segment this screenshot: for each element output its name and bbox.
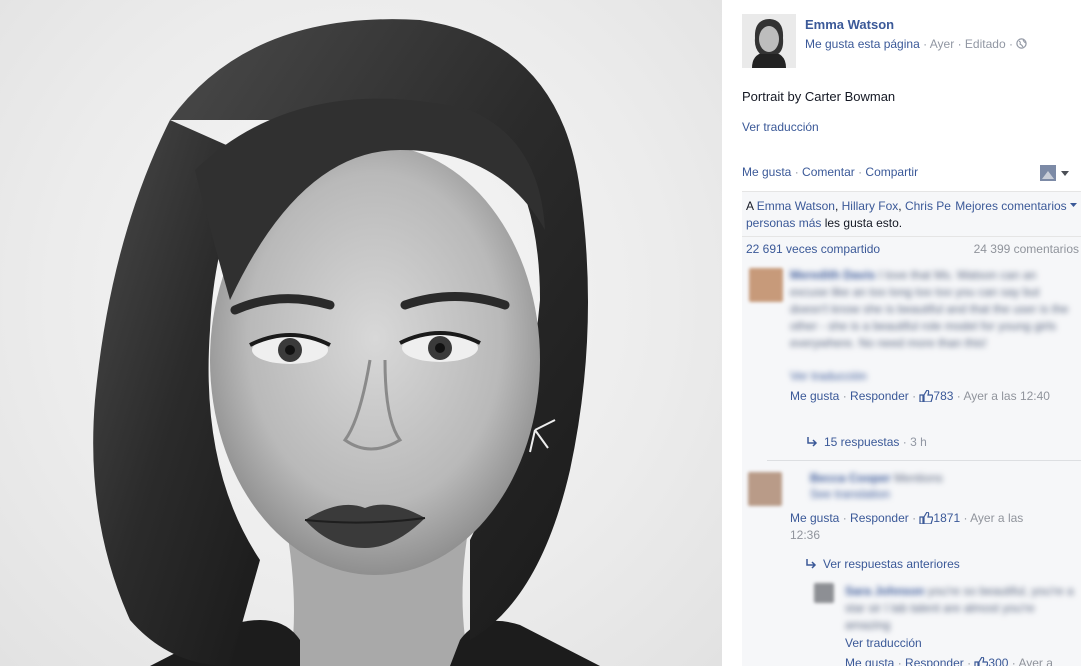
comment-like-button[interactable]: Me gusta [790, 389, 839, 403]
post-as-selector[interactable] [1040, 164, 1070, 182]
comment-actions: Me gusta · Responder · 1871 · Ayer a las… [790, 511, 1024, 542]
comment-button[interactable]: Comentar [802, 165, 855, 179]
share-count-link[interactable]: 22 691 veces compartido [746, 242, 880, 256]
thumbs-up-icon [919, 512, 934, 524]
like-button[interactable]: Me gusta [742, 165, 791, 179]
comment-like-count[interactable]: 783 [933, 389, 953, 403]
view-replies-link[interactable]: 15 respuestas · 3 h [806, 435, 927, 449]
caret-down-icon [1070, 203, 1077, 207]
post-caption: Portrait by Carter Bowman [742, 89, 896, 104]
reply-reply-button[interactable]: Responder [905, 656, 964, 666]
globe-icon[interactable] [1016, 38, 1028, 49]
reply-like-button[interactable]: Me gusta [845, 656, 894, 666]
comment-actions: Me gusta · Responder · 783 · Ayer a las … [790, 389, 1050, 403]
comment-subtext[interactable]: See translation [810, 486, 890, 503]
comment-reply-button[interactable]: Responder [850, 511, 909, 525]
comment-see-translation-link[interactable]: Ver traducción [790, 368, 867, 385]
like-page-link[interactable]: Me gusta esta página [805, 37, 920, 51]
post-side-panel: Emma Watson Me gusta esta página · Ayer … [722, 0, 1081, 666]
reply-time[interactable]: Ayer a [1018, 656, 1052, 666]
likes-summary: A Emma Watson, Hillary Fox, Chris Perry … [742, 192, 1081, 236]
reply-text: Sara Johnson you're so beautiful, you're… [845, 584, 1074, 632]
page-name-link[interactable]: Emma Watson [805, 17, 894, 32]
replier-avatar[interactable] [814, 583, 834, 603]
commenter-avatar[interactable] [749, 268, 783, 302]
reply-see-translation-link[interactable]: Ver traducción [845, 635, 922, 652]
commenter-avatar[interactable] [748, 472, 782, 506]
post-stats: A Emma Watson, Hillary Fox, Chris Perry … [742, 191, 1081, 258]
comment-like-count[interactable]: 1871 [933, 511, 960, 525]
reply-actions: Me gusta · Responder · 300 · Ayer a [845, 655, 1081, 666]
comment-count: 24 399 comentarios [973, 242, 1079, 256]
edited-label[interactable]: Editado [965, 37, 1006, 51]
comment-author: Becca Cooper Mentions [810, 471, 943, 485]
comment-text: Meredith Davis I love that Ms. Watson ca… [790, 268, 1069, 350]
reply-like-count[interactable]: 300 [988, 656, 1008, 666]
liker-link[interactable]: Hillary Fox [842, 199, 899, 213]
post-time[interactable]: Ayer [930, 37, 954, 51]
thumbs-up-icon [974, 657, 989, 666]
reply-arrow-icon [806, 559, 817, 569]
thumbs-up-icon [919, 390, 934, 402]
share-button[interactable]: Compartir [865, 165, 918, 179]
comment-like-button[interactable]: Me gusta [790, 511, 839, 525]
page-avatar[interactable] [742, 14, 796, 68]
liker-link[interactable]: Emma Watson [757, 199, 835, 213]
post-actions: Me gusta · Comentar · Compartir [742, 165, 919, 179]
post-meta: Me gusta esta página · Ayer · Editado · [805, 37, 1028, 51]
post-photo[interactable] [0, 0, 722, 666]
comment-time[interactable]: Ayer a las 12:40 [963, 389, 1050, 403]
comments-list: Meredith Davis I love that Ms. Watson ca… [742, 257, 1081, 666]
comment-reply-button[interactable]: Responder [850, 389, 909, 403]
comment-divider [767, 460, 1081, 461]
view-previous-replies-link[interactable]: Ver respuestas anteriores [805, 557, 960, 571]
comment-sort-dropdown[interactable]: Mejores comentarios [951, 198, 1077, 215]
portrait-image [93, 19, 600, 666]
reply-arrow-icon [807, 437, 818, 447]
see-translation-link[interactable]: Ver traducción [742, 120, 819, 134]
chevron-down-icon [1061, 171, 1069, 176]
share-comment-counts: 22 691 veces compartido 24 399 comentari… [742, 236, 1081, 258]
